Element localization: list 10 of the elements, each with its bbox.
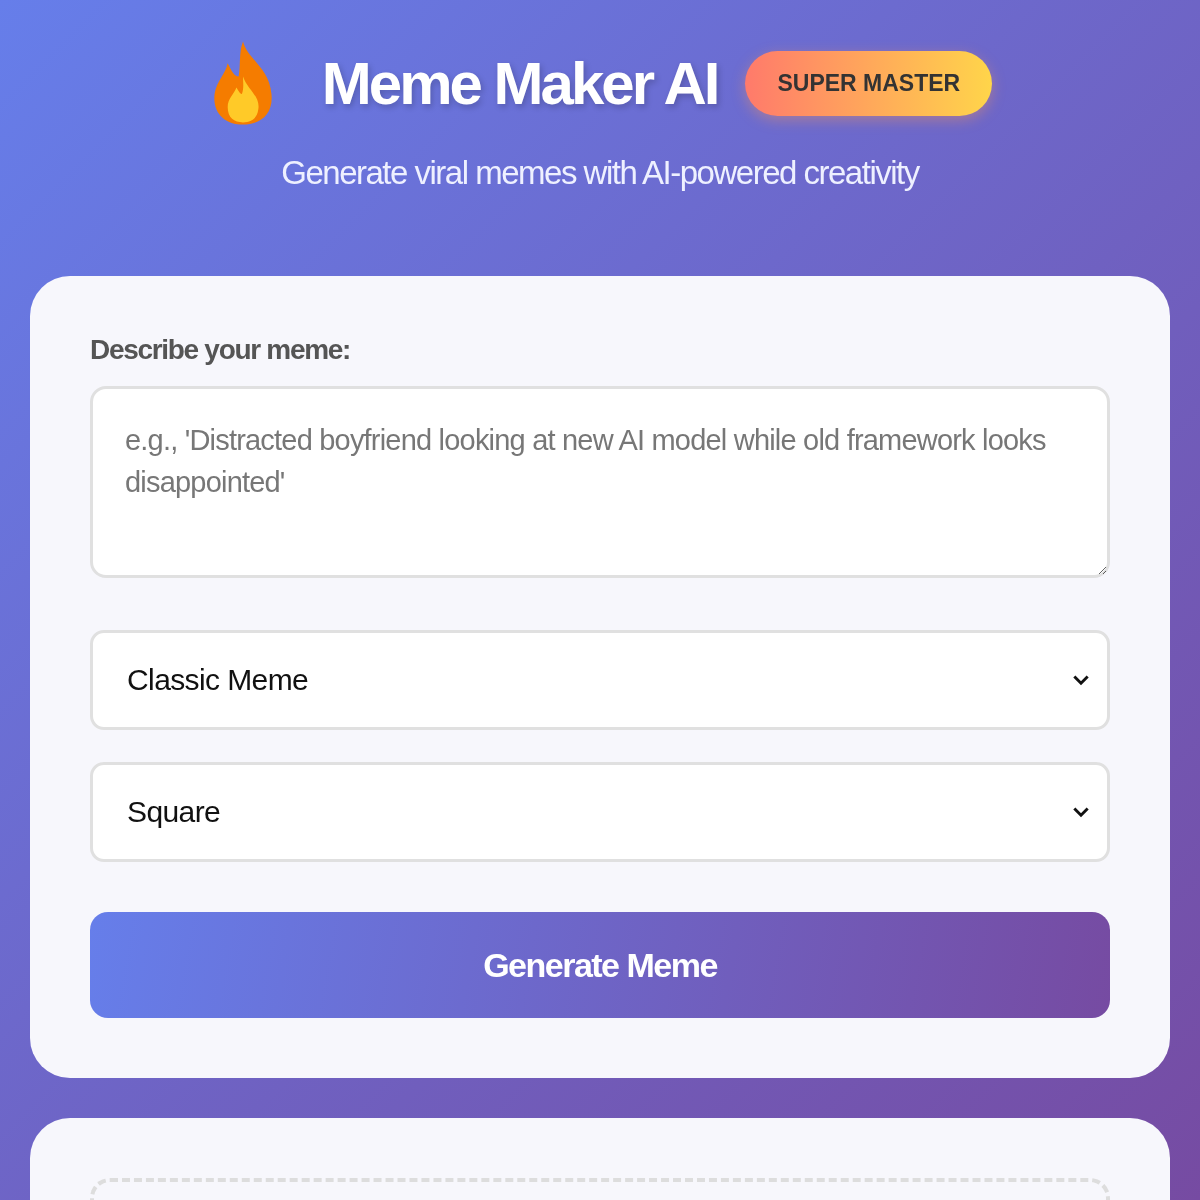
level-badge: SUPER MASTER bbox=[745, 50, 993, 116]
dropdown-select[interactable]: Square bbox=[90, 762, 1110, 862]
dropdown-select[interactable]: Classic Meme bbox=[90, 630, 1110, 730]
meme-description-field[interactable]: e.g., 'Distracted boyfriend looking at new AI model while old framework looks disappointed' bbox=[90, 386, 1110, 578]
field-label: Describe your meme: bbox=[90, 334, 352, 366]
generate-button[interactable]: Generate Meme bbox=[90, 912, 1110, 1018]
chevron-down-icon bbox=[1073, 806, 1089, 818]
chevron-down-icon bbox=[1073, 674, 1089, 686]
subtitle: Generate viral memes with AI-powered creativity bbox=[281, 154, 919, 192]
app-title: Meme Maker AI bbox=[321, 48, 718, 118]
